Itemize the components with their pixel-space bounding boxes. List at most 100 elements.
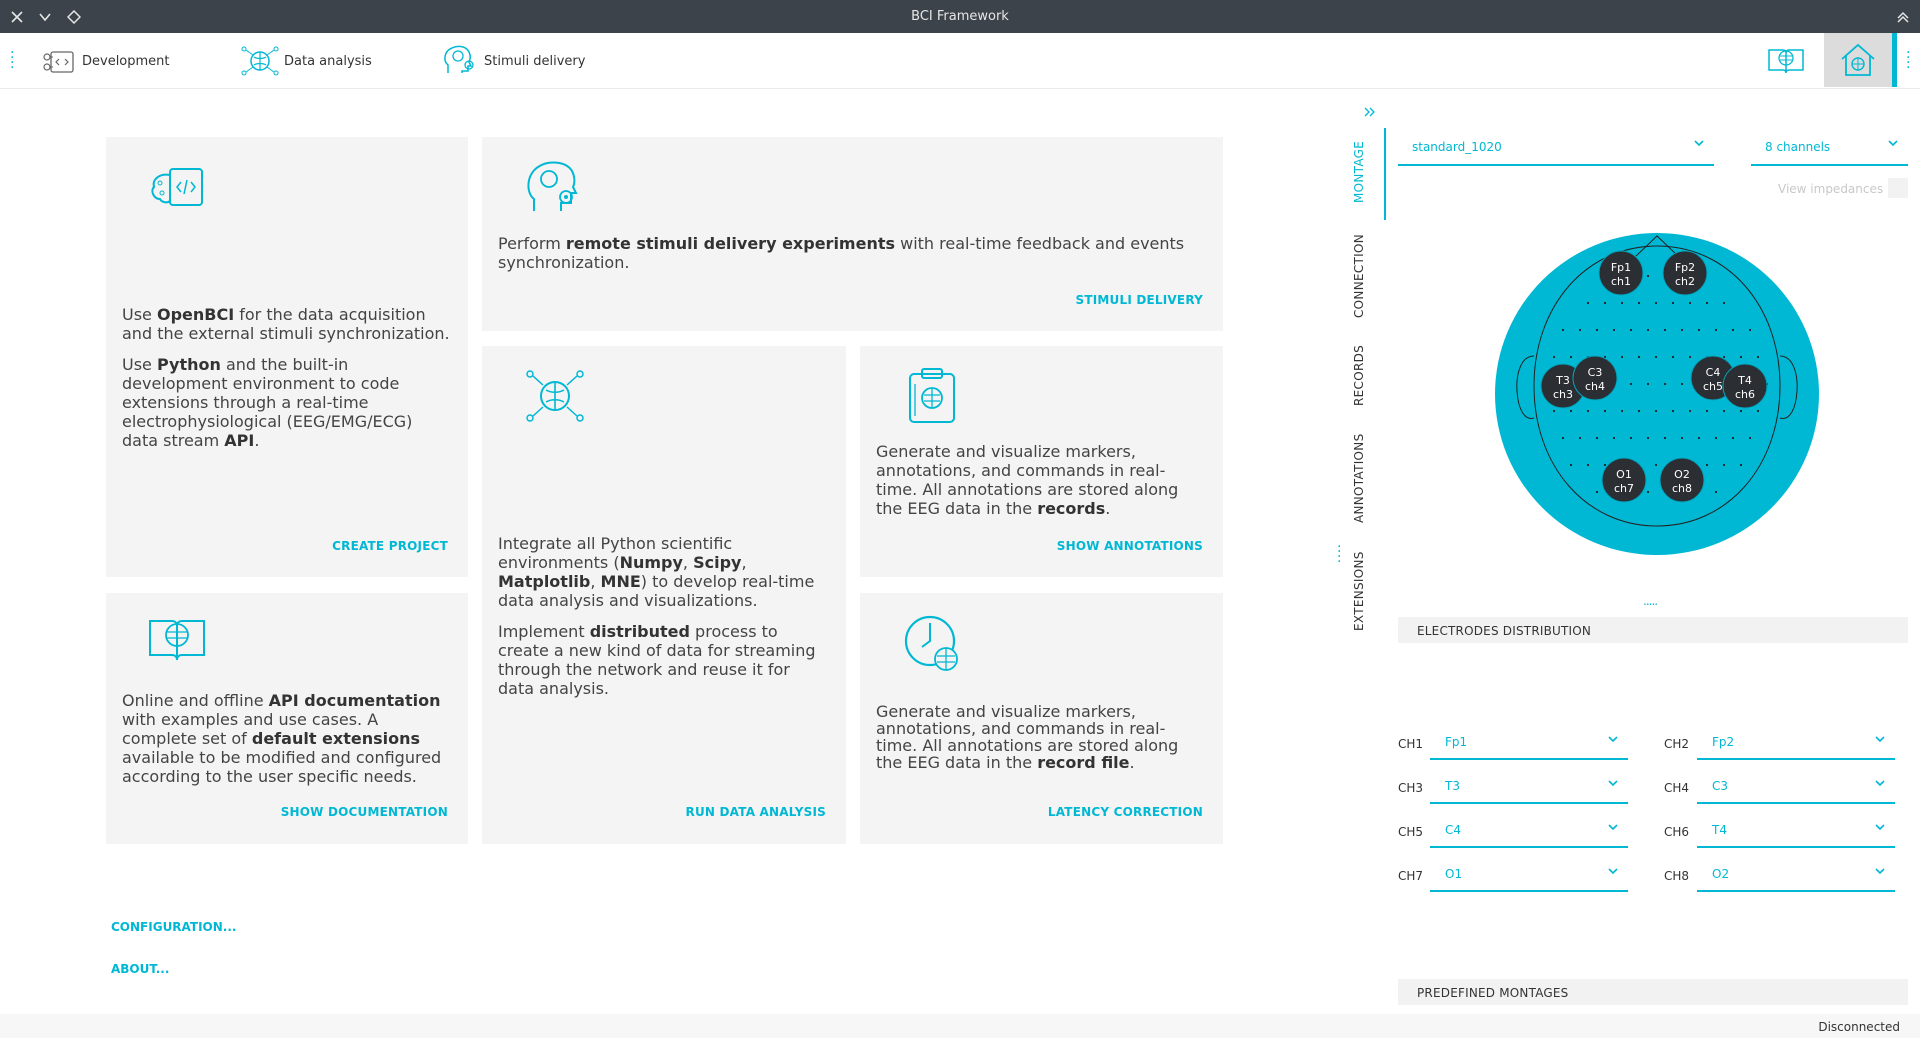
montage-select[interactable]: standard_1020	[1398, 128, 1714, 166]
electrode-name: T4	[1737, 374, 1752, 387]
maximize-icon[interactable]	[1892, 6, 1914, 28]
electrode-name: O1	[1616, 468, 1632, 481]
channel-select-5[interactable]: C4	[1430, 812, 1628, 848]
collapse-panel-icon[interactable]	[1363, 104, 1377, 118]
electrode-grid-dot	[1748, 328, 1752, 332]
electrode-grid-dot	[1603, 463, 1607, 467]
tab-records[interactable]: RECORDS	[1352, 344, 1378, 406]
channels-select-value: 8 channels	[1765, 140, 1831, 154]
tab-connection[interactable]: CONNECTION	[1352, 232, 1378, 320]
card-latency-correction: Generate and visualize markers, annotati…	[860, 593, 1223, 844]
development-button[interactable]: Development	[40, 43, 170, 79]
electrode-grid-dot	[1680, 328, 1684, 332]
configuration-link[interactable]: CONFIGURATION...	[111, 920, 236, 934]
integrate-text: Integrate all Python scientific environm…	[498, 534, 828, 610]
electrode-head-map: Fp1ch1Fp2ch2T3ch3C3ch4C4ch5 T4ch6O1ch7O2c…	[1495, 233, 1819, 555]
electrode-channel: ch8	[1672, 482, 1692, 495]
electrode-grid-dot	[1663, 436, 1667, 440]
latency-correction-button[interactable]: LATENCY CORRECTION	[1048, 803, 1203, 822]
electrode-grid-dot	[1705, 409, 1709, 413]
create-project-button[interactable]: CREATE PROJECT	[332, 537, 448, 556]
electrode-fp1[interactable]: Fp1ch1	[1598, 250, 1644, 296]
distributed-text: Implement distributed process to create …	[498, 622, 828, 698]
development-label: Development	[82, 53, 170, 69]
electrode-grid-dot	[1637, 301, 1641, 305]
channel-select-1[interactable]: Fp1	[1430, 724, 1628, 760]
predefined-montages-header[interactable]: PREDEFINED MONTAGES	[1398, 979, 1908, 1005]
electrode-c3[interactable]: C3ch4	[1572, 355, 1618, 401]
stimuli-delivery-button[interactable]: Stimuli delivery	[440, 43, 585, 79]
channel-select-value: C3	[1712, 779, 1729, 793]
main-toolbar: · · · · Development Data analysis Stimuli d…	[0, 33, 1920, 89]
electrodes-distribution-header[interactable]: ELECTRODES DISTRIBUTION	[1398, 617, 1908, 643]
card-annotations: Generate and visualize markers, annotati…	[860, 346, 1223, 577]
electrode-grid-dot	[1697, 436, 1701, 440]
electrode-grid-dot	[1629, 328, 1633, 332]
run-data-analysis-button[interactable]: RUN DATA ANALYSIS	[686, 803, 826, 822]
electrode-fp2[interactable]: Fp2ch2	[1662, 250, 1708, 296]
api-bold: API	[224, 431, 255, 450]
electrode-grid-dot	[1731, 436, 1735, 440]
electrode-grid-dot	[1629, 382, 1633, 386]
channels-select[interactable]: 8 channels	[1751, 128, 1908, 166]
channel-select-value: T4	[1712, 823, 1727, 837]
channel-select-7[interactable]: O1	[1430, 856, 1628, 892]
home-button[interactable]	[1824, 33, 1892, 87]
electrode-t4[interactable]: T4ch6	[1722, 363, 1768, 409]
channel-select-2[interactable]: Fp2	[1697, 724, 1895, 760]
electrode-grid-dot	[1646, 274, 1650, 278]
chevron-down-icon	[1694, 140, 1704, 147]
integrate-sep-1: ,	[682, 553, 694, 572]
channel-select-3[interactable]: T3	[1430, 768, 1628, 804]
show-documentation-button[interactable]: SHOW DOCUMENTATION	[281, 803, 448, 822]
electrode-grid-dot	[1578, 436, 1582, 440]
electrode-grid-dot	[1680, 436, 1684, 440]
matplotlib-bold: Matplotlib	[498, 572, 591, 591]
electrode-o2[interactable]: O2ch8	[1659, 457, 1705, 503]
more-options-dots[interactable]: .....	[1643, 594, 1658, 608]
distributed-text-1: Implement	[498, 622, 590, 641]
integrate-sep-3: ,	[590, 572, 601, 591]
electrode-grid-dot	[1722, 409, 1726, 413]
documentation-book-button[interactable]	[1766, 43, 1810, 79]
electrode-grid-dot	[1756, 409, 1760, 413]
data-analysis-button[interactable]: Data analysis	[240, 43, 372, 79]
toolbar-handle-left-icon[interactable]: · · · ·	[10, 46, 14, 75]
python-text: Use Python and the built-in development …	[122, 355, 452, 450]
chevron-down-icon	[1875, 824, 1885, 831]
view-impedances-checkbox[interactable]	[1888, 178, 1908, 198]
show-annotations-button[interactable]: SHOW ANNOTATIONS	[1057, 537, 1203, 556]
electrode-grid-dot	[1603, 409, 1607, 413]
electrode-grid-dot	[1688, 355, 1692, 359]
tab-annotations[interactable]: ANNOTATIONS	[1352, 432, 1378, 524]
toolbar-handle-right-icon[interactable]: · · · ·	[1906, 46, 1910, 75]
about-link[interactable]: ABOUT...	[111, 962, 169, 976]
tab-extensions[interactable]: EXTENSIONS	[1352, 550, 1378, 632]
tab-montage[interactable]: MONTAGE	[1352, 136, 1378, 208]
electrode-grid-dot	[1714, 436, 1718, 440]
electrode-grid-dot	[1646, 490, 1650, 494]
stimuli-delivery-action-button[interactable]: STIMULI DELIVERY	[1076, 291, 1204, 310]
card-create-project: Use OpenBCI for the data acquisition and…	[106, 137, 468, 577]
distributed-bold: distributed	[589, 622, 690, 641]
window-title: BCI Framework	[911, 9, 1009, 24]
channel-select-value: O2	[1712, 867, 1730, 881]
chevron-down-icon	[1608, 780, 1618, 787]
electrode-channel: ch6	[1735, 388, 1755, 401]
annotations-text-1: Generate and visualize markers, annotati…	[876, 442, 1179, 518]
electrode-o1[interactable]: O1ch7	[1601, 457, 1647, 503]
openbci-bold: OpenBCI	[156, 305, 235, 324]
panel-splitter-handle-icon[interactable]: · · · ·	[1337, 540, 1341, 569]
channel-select-value: T3	[1445, 779, 1460, 793]
channel-select-4[interactable]: C3	[1697, 768, 1895, 804]
electrode-grid-dot	[1739, 355, 1743, 359]
brain-network-icon	[526, 370, 584, 422]
electrode-name: C3	[1588, 366, 1603, 379]
chevron-down-icon	[1608, 824, 1618, 831]
channel-select-8[interactable]: O2	[1697, 856, 1895, 892]
card-stimuli-delivery: Perform remote stimuli delivery experime…	[482, 137, 1223, 331]
view-impedances-label: View impedances	[1778, 182, 1884, 196]
electrode-channel: ch4	[1585, 380, 1605, 393]
api-doc-bold: API documentation	[268, 691, 441, 710]
channel-select-6[interactable]: T4	[1697, 812, 1895, 848]
